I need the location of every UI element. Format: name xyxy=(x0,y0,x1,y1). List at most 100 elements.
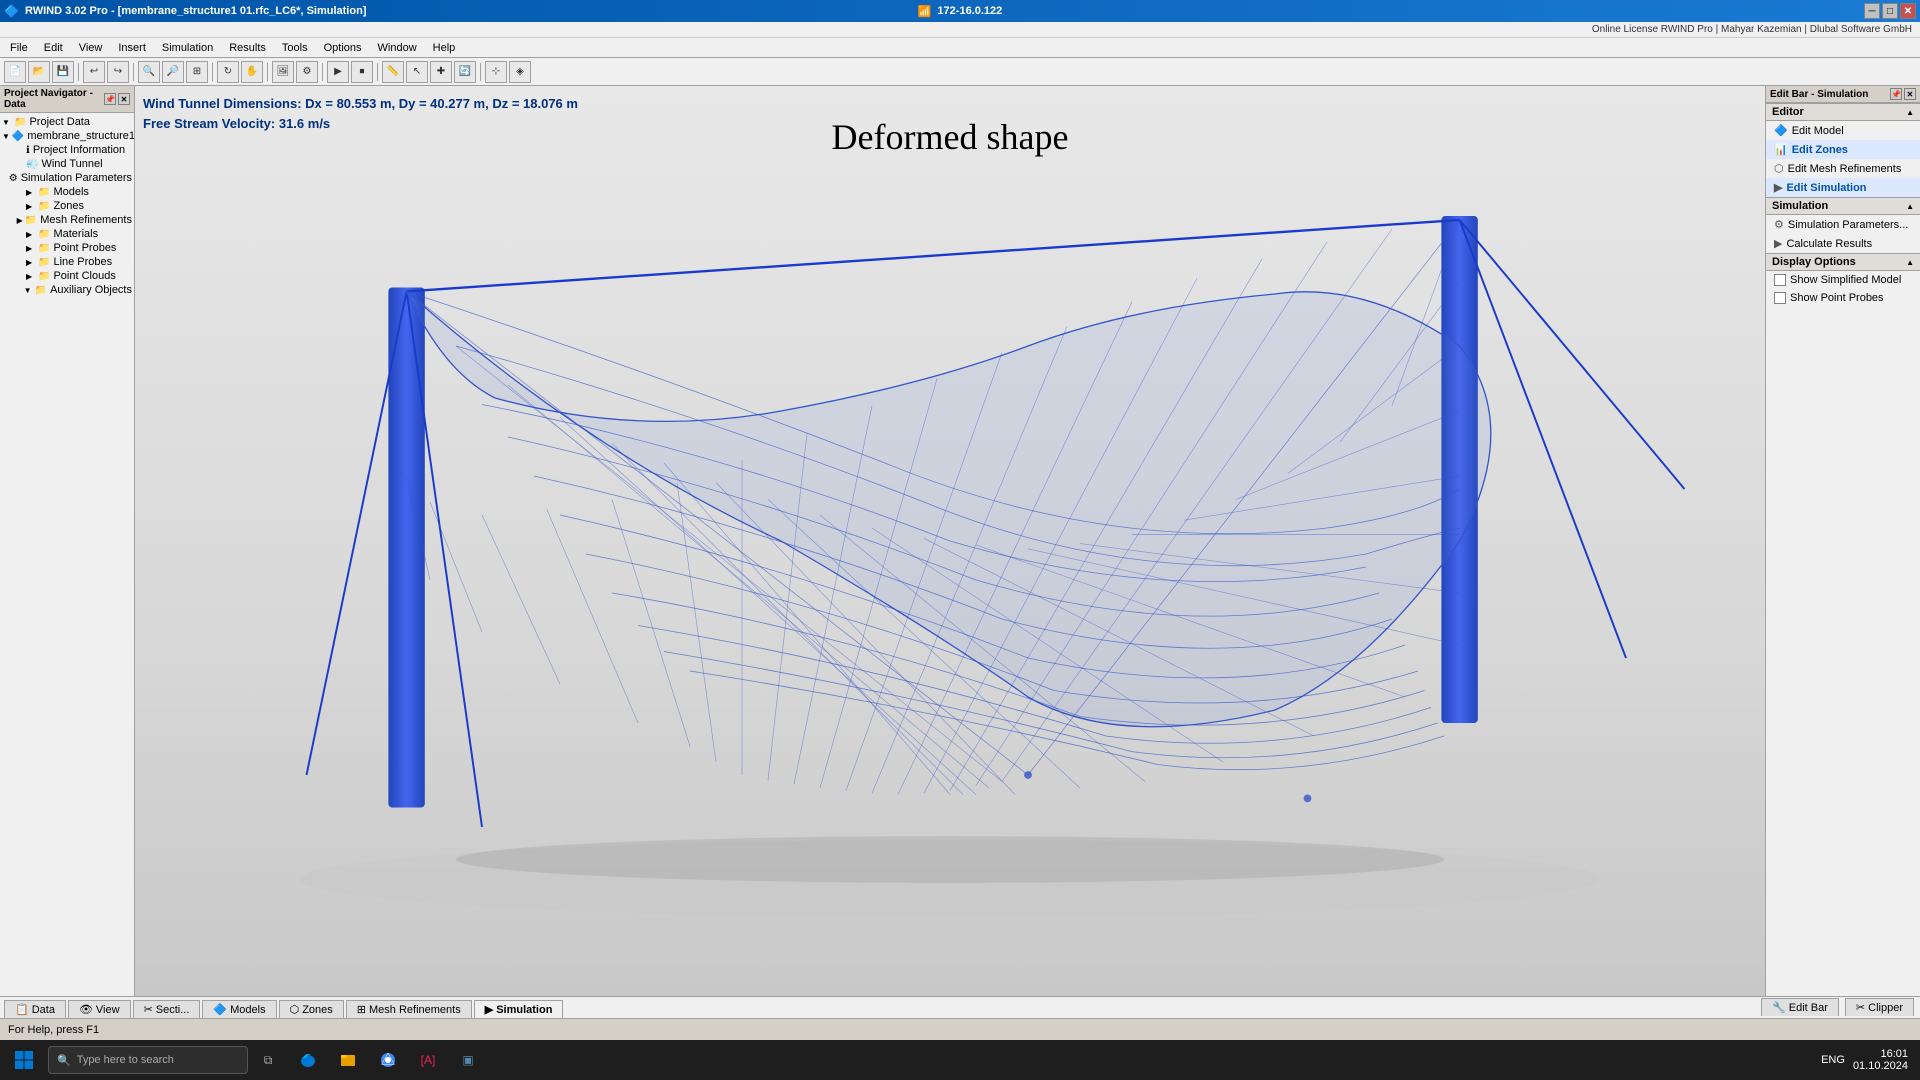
calc-results-item[interactable]: ▶ Calculate Results xyxy=(1766,234,1920,253)
title-bar-left: 🔷 RWIND 3.02 Pro - [membrane_structure1 … xyxy=(4,4,366,18)
info-icon: ℹ xyxy=(26,145,30,156)
tab-zones[interactable]: ⬡ Zones xyxy=(279,1000,344,1018)
panel-close[interactable]: ✕ xyxy=(1904,88,1916,100)
tb-save[interactable]: 💾 xyxy=(52,61,74,83)
tab-edit-bar[interactable]: 🔧 Edit Bar xyxy=(1761,998,1839,1016)
menu-help[interactable]: Help xyxy=(425,40,464,56)
tb-zoom-in[interactable]: 🔍 xyxy=(138,61,160,83)
menu-view[interactable]: View xyxy=(71,40,111,56)
tree-models[interactable]: ▶ 📁 Models xyxy=(0,185,134,199)
tab-models[interactable]: 🔷 Models xyxy=(202,1000,276,1018)
tb-pan[interactable]: ✋ xyxy=(241,61,263,83)
tb-undo[interactable]: ↩ xyxy=(83,61,105,83)
tree-zones[interactable]: ▶ 📁 Zones xyxy=(0,199,134,213)
menu-insert[interactable]: Insert xyxy=(110,40,154,56)
taskbar-taskview[interactable]: ⧉ xyxy=(248,1040,288,1080)
tb-move[interactable]: ✚ xyxy=(430,61,452,83)
tb-zoom-fit[interactable]: ⊞ xyxy=(186,61,208,83)
sim-params-item[interactable]: ⚙ Simulation Parameters... xyxy=(1766,215,1920,234)
status-bar: For Help, press F1 xyxy=(0,1018,1920,1040)
tb-stop[interactable]: ⏹ xyxy=(351,61,373,83)
keyboard-lang: ENG xyxy=(1821,1054,1845,1066)
tree-label: Mesh Refinements xyxy=(40,214,132,226)
tree-line-probes[interactable]: ▶ 📁 Line Probes xyxy=(0,255,134,269)
tree-sim-params[interactable]: ⚙ Simulation Parameters xyxy=(0,171,134,185)
tb-rotate2[interactable]: 🔄 xyxy=(454,61,476,83)
tree-wind-tunnel[interactable]: 💨 Wind Tunnel xyxy=(0,157,134,171)
tb-grid[interactable]: ⊹ xyxy=(485,61,507,83)
tree-mesh-ref[interactable]: ▶ 📁 Mesh Refinements xyxy=(0,213,134,227)
panel-pin[interactable]: 📌 xyxy=(1890,88,1902,100)
taskbar-app6[interactable]: ▣ xyxy=(448,1040,488,1080)
nav-tree: ▼ 📁 Project Data ▼ 🔷 membrane_structure1… xyxy=(0,113,134,996)
close-button[interactable]: ✕ xyxy=(1900,3,1916,19)
edit-model-label: Edit Model xyxy=(1792,125,1844,137)
tb-select[interactable]: ↖ xyxy=(406,61,428,83)
tb-zoom-out[interactable]: 🔎 xyxy=(162,61,184,83)
minimize-button[interactable]: ─ xyxy=(1864,3,1880,19)
menu-window[interactable]: Window xyxy=(370,40,425,56)
search-bar[interactable]: 🔍 Type here to search xyxy=(48,1046,248,1074)
right-panel-header: Edit Bar - Simulation 📌 ✕ xyxy=(1766,86,1920,103)
tree-point-probes[interactable]: ▶ 📁 Point Probes xyxy=(0,241,134,255)
sim-icon: ▶ xyxy=(1774,181,1782,194)
tb-settings[interactable]: ⚙ xyxy=(296,61,318,83)
tree-project-data[interactable]: ▼ 📁 Project Data xyxy=(0,115,134,129)
menu-results[interactable]: Results xyxy=(221,40,274,56)
maximize-button[interactable]: □ xyxy=(1882,3,1898,19)
tab-view[interactable]: 👁 View xyxy=(68,1000,131,1018)
display-chevron: ▲ xyxy=(1906,258,1914,267)
arrow-icon: ▶ xyxy=(26,272,36,281)
tree-aux-objects[interactable]: ▼ 📁 Auxiliary Objects xyxy=(0,283,134,297)
show-simplified-checkbox[interactable] xyxy=(1774,274,1786,286)
tree-label: Simulation Parameters xyxy=(21,172,132,184)
show-simplified-model-item[interactable]: Show Simplified Model xyxy=(1766,271,1920,289)
tab-simulation[interactable]: ▶ Simulation xyxy=(474,1000,564,1018)
start-button[interactable] xyxy=(4,1040,44,1080)
edit-bar-tab-icon: 🔧 xyxy=(1772,1001,1786,1014)
clock-date: 01.10.2024 xyxy=(1853,1060,1908,1072)
viewport[interactable]: Wind Tunnel Dimensions: Dx = 80.553 m, D… xyxy=(135,86,1765,996)
tree-project-info[interactable]: ℹ Project Information xyxy=(0,143,134,157)
nav-close[interactable]: ✕ xyxy=(118,93,130,105)
menu-tools[interactable]: Tools xyxy=(274,40,316,56)
taskbar-app5[interactable]: [A] xyxy=(408,1040,448,1080)
tb-rotate[interactable]: ↻ xyxy=(217,61,239,83)
tab-section[interactable]: ✂ Secti... xyxy=(133,1000,201,1018)
tree-membrane[interactable]: ▼ 🔷 membrane_structure1 xyxy=(0,129,134,143)
show-point-probes-item[interactable]: Show Point Probes xyxy=(1766,289,1920,307)
folder-icon: 📁 xyxy=(38,229,50,240)
taskbar-edge[interactable] xyxy=(288,1040,328,1080)
tb-play[interactable]: ▶ xyxy=(327,61,349,83)
menu-file[interactable]: File xyxy=(2,40,36,56)
tab-mesh-refinements[interactable]: ⊞ Mesh Refinements xyxy=(346,1000,472,1018)
tab-data[interactable]: 📋 Data xyxy=(4,1000,66,1018)
tb-open[interactable]: 📂 xyxy=(28,61,50,83)
app-logo: 🔷 xyxy=(4,4,19,18)
show-point-probes-checkbox[interactable] xyxy=(1774,292,1786,304)
tb-measure[interactable]: 📏 xyxy=(382,61,404,83)
tb-redo[interactable]: ↪ xyxy=(107,61,129,83)
taskbar-explorer[interactable] xyxy=(328,1040,368,1080)
edit-model-item[interactable]: 🔷 Edit Model xyxy=(1766,121,1920,140)
taskbar-chrome[interactable] xyxy=(368,1040,408,1080)
tree-materials[interactable]: ▶ 📁 Materials xyxy=(0,227,134,241)
edit-zones-item[interactable]: 📊 Edit Zones xyxy=(1766,140,1920,159)
right-panel-title: Edit Bar - Simulation xyxy=(1770,89,1868,100)
edit-mesh-item[interactable]: ⬡ Edit Mesh Refinements xyxy=(1766,159,1920,178)
arrow-icon: ▶ xyxy=(26,258,36,267)
menu-options[interactable]: Options xyxy=(316,40,370,56)
menu-simulation[interactable]: Simulation xyxy=(154,40,221,56)
edit-simulation-item[interactable]: ▶ Edit Simulation xyxy=(1766,178,1920,197)
menu-edit[interactable]: Edit xyxy=(36,40,71,56)
tb-new[interactable]: 📄 xyxy=(4,61,26,83)
show-simplified-label: Show Simplified Model xyxy=(1790,274,1901,286)
tb-sep3 xyxy=(212,63,213,81)
arrow-icon: ▶ xyxy=(26,244,36,253)
tab-clipper[interactable]: ✂ Clipper xyxy=(1845,998,1914,1016)
nav-pin[interactable]: 📌 xyxy=(104,93,116,105)
tb-render[interactable]: 🖼 xyxy=(272,61,294,83)
tb-snap[interactable]: ◈ xyxy=(509,61,531,83)
tree-label: Point Clouds xyxy=(53,270,115,282)
tree-point-clouds[interactable]: ▶ 📁 Point Clouds xyxy=(0,269,134,283)
